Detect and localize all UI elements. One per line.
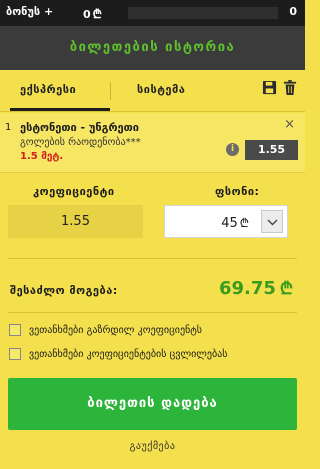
possible-win-label: შესაძლო მოგება: — [10, 284, 118, 297]
active-tab-indicator — [10, 108, 110, 111]
possible-win-value: 69.75 ₾ — [219, 276, 293, 299]
currency-symbol: ₾ — [279, 279, 293, 299]
checkbox[interactable] — [9, 348, 21, 360]
history-header[interactable]: ბილეთების ისტორია — [0, 26, 305, 70]
checkbox-label[interactable]: ვეთანხმები კოეფიციენტების ცვლილებას — [29, 349, 227, 360]
trash-icon[interactable] — [283, 80, 297, 95]
bonus-label[interactable]: ბონუს + — [6, 5, 53, 18]
place-bet-button[interactable]: ბილეთის დადება — [8, 378, 297, 430]
accept-odds-change-option[interactable]: ვეთანხმები კოეფიციენტების ცვლილებას — [9, 346, 227, 362]
info-icon[interactable]: i — [226, 143, 239, 156]
stake-amount-value[interactable]: 45 — [221, 216, 238, 231]
bet-type-tabs: ექსპრესი სისტემა — [0, 70, 305, 112]
divider — [8, 258, 297, 259]
checkbox-label[interactable]: ვეთანხმები გაზრდილ კოეფიციენტს — [29, 325, 202, 336]
checkbox[interactable] — [9, 324, 21, 336]
selection-index: 1 — [5, 122, 12, 133]
divider — [8, 312, 297, 313]
selection-odds: 1.55 — [245, 140, 298, 160]
cancel-link[interactable]: გაუქმება — [0, 441, 305, 452]
coefficient-label: კოეფიციენტი — [33, 185, 115, 198]
top-bar: ბონუს + 0 ₾ 0 — [0, 0, 305, 26]
close-icon[interactable]: × — [284, 117, 295, 132]
stake-dropdown-button[interactable] — [261, 210, 283, 233]
tab-actions — [262, 80, 297, 95]
progress-bar — [128, 7, 278, 19]
chevron-down-icon — [267, 219, 278, 226]
save-icon[interactable] — [262, 80, 277, 95]
bonus-balance-value: 0 — [83, 8, 91, 21]
tab-system[interactable]: სისტემა — [137, 83, 185, 96]
tab-divider — [110, 82, 111, 100]
bonus-balance: 0 ₾ — [83, 5, 102, 22]
market-name: გოლების რაოდენობა*** — [20, 137, 141, 148]
accept-higher-odds-option[interactable]: ვეთანხმები გაზრდილ კოეფიციენტს — [9, 322, 202, 338]
ticket-count: 0 — [289, 5, 297, 18]
coefficient-value: 1.55 — [8, 205, 143, 238]
possible-win-amount: 69.75 — [218, 278, 276, 299]
match-name: ესტონეთი - უნგრეთი — [20, 121, 139, 134]
stake-input[interactable]: 45 ₾ — [164, 205, 288, 238]
stake-amount[interactable]: 45 ₾ — [165, 214, 249, 231]
outcome-name: 1.5 მეტ. — [20, 151, 64, 162]
tab-express[interactable]: ექსპრესი — [20, 83, 76, 96]
page-title[interactable]: ბილეთების ისტორია — [0, 40, 305, 55]
currency-symbol: ₾ — [239, 216, 249, 230]
stake-label: ფსონი: — [215, 185, 260, 198]
currency-symbol: ₾ — [92, 7, 102, 21]
